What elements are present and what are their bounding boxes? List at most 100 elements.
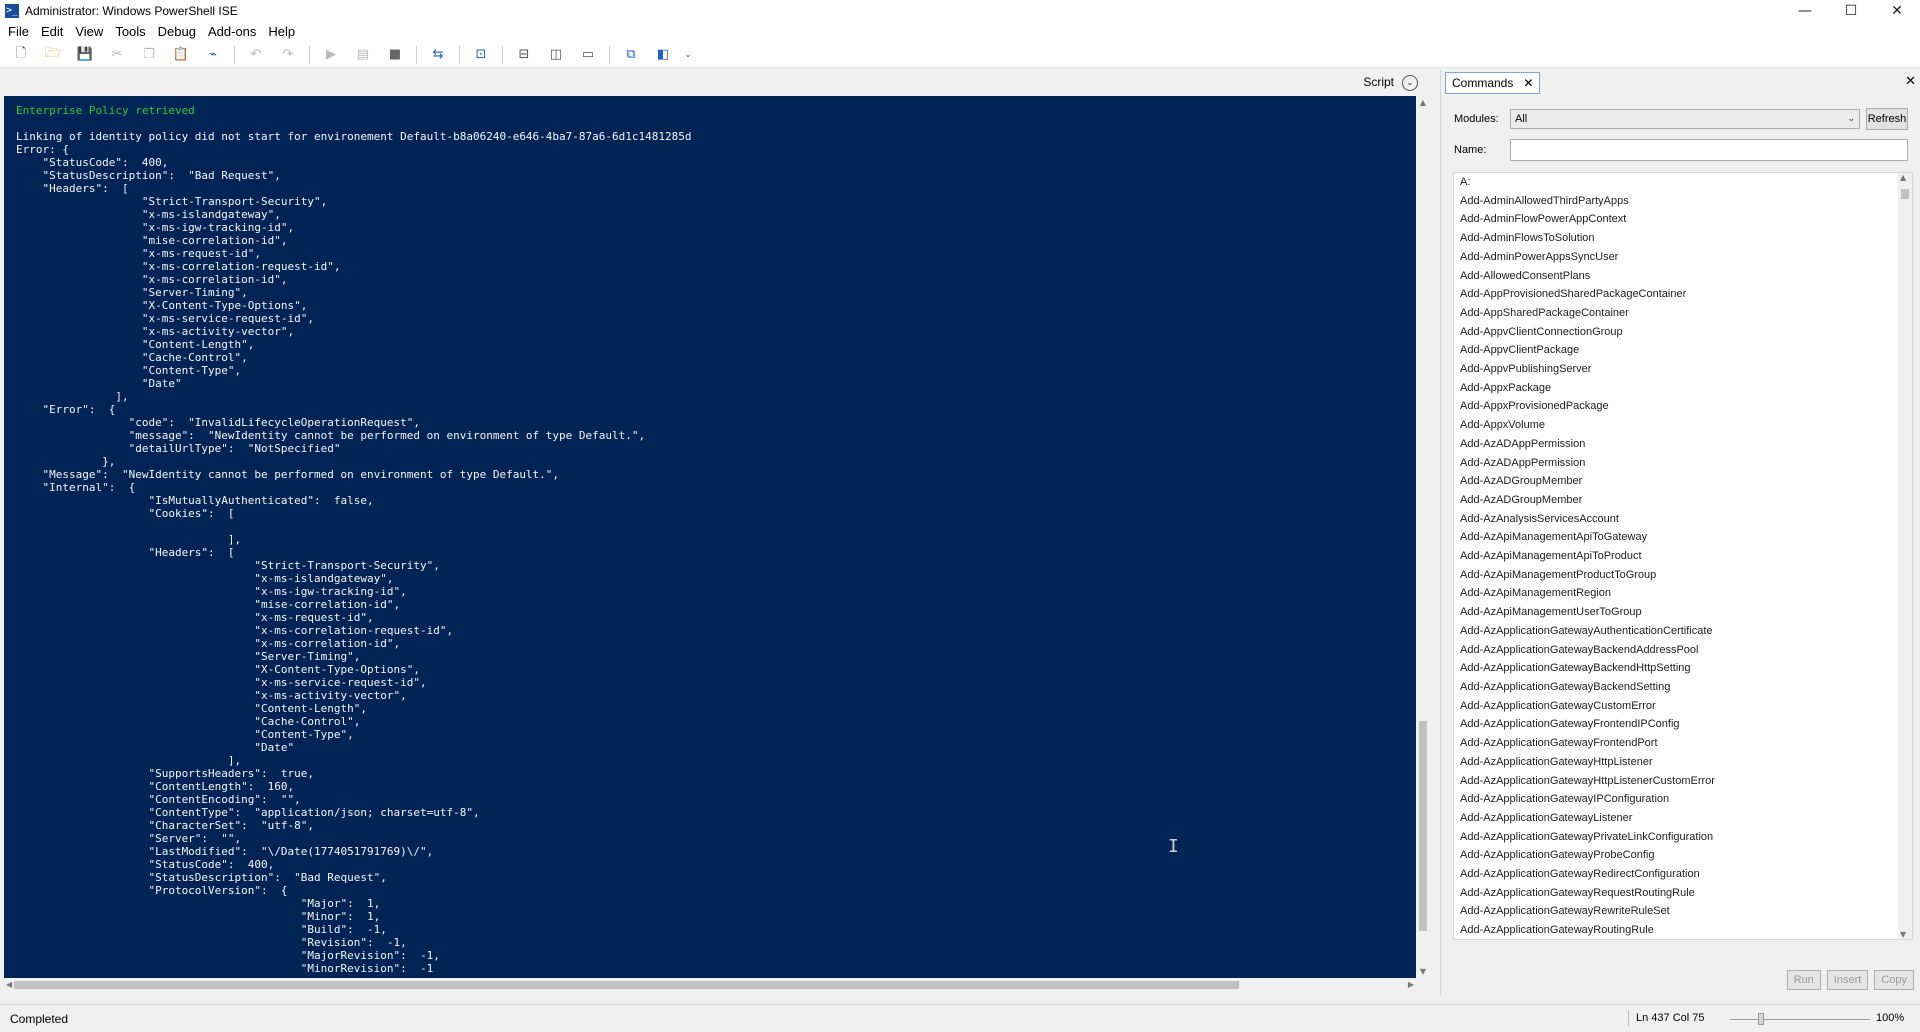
menu-edit[interactable]: Edit [35, 22, 69, 42]
command-list-item[interactable]: Add-AzADGroupMember [1454, 491, 1912, 510]
powershell-console-icon[interactable]: ⊡ [470, 44, 492, 66]
command-list-item[interactable]: Add-AzApplicationGatewayBackendSetting [1454, 678, 1912, 697]
scroll-up-icon[interactable]: ▲ [1418, 98, 1428, 107]
command-list-item[interactable]: Add-AppvClientPackage [1454, 341, 1912, 360]
open-folder-icon[interactable]: 🗁 [42, 44, 64, 66]
command-list-item[interactable]: Add-AppProvisionedSharedPackageContainer [1454, 285, 1912, 304]
toolbar-overflow-icon[interactable]: ⌄ [684, 44, 692, 66]
scroll-thumb[interactable] [14, 981, 1239, 989]
cut-icon[interactable]: ✂ [106, 44, 128, 66]
command-list-item[interactable]: Add-AzApplicationGatewayFrontendPort [1454, 734, 1912, 753]
command-list-item[interactable]: Add-AzApplicationGatewayProbeConfig [1454, 846, 1912, 865]
commands-list-scrollbar[interactable]: ▲ ▼ [1898, 173, 1912, 939]
command-list-item[interactable]: Add-AzApplicationGatewayHttpListenerCust… [1454, 772, 1912, 791]
layout-top-icon[interactable]: ⊟ [513, 44, 535, 66]
menu-help[interactable]: Help [262, 22, 301, 42]
menu-debug[interactable]: Debug [152, 22, 202, 42]
script-toggle-label[interactable]: Script [1363, 75, 1394, 89]
chevron-down-icon[interactable]: ⌄ [1402, 75, 1418, 91]
undo-icon[interactable]: ↶ [245, 44, 267, 66]
command-list-item[interactable]: Add-AppvClientConnectionGroup [1454, 323, 1912, 342]
command-list-item[interactable]: Add-AzApiManagementUserToGroup [1454, 603, 1912, 622]
save-icon[interactable]: 💾 [74, 44, 96, 66]
command-list-item[interactable]: Add-AzApiManagementProductToGroup [1454, 566, 1912, 585]
scroll-down-icon[interactable]: ▼ [1418, 967, 1428, 976]
insert-button[interactable]: Insert [1826, 970, 1869, 990]
command-list-item[interactable]: Add-AllowedConsentPlans [1454, 267, 1912, 286]
menu-file[interactable]: File [2, 22, 35, 42]
command-list-item[interactable]: Add-AdminFlowsToSolution [1454, 229, 1912, 248]
command-list-item[interactable]: Add-AzAnalysisServicesAccount [1454, 510, 1912, 529]
command-list-item[interactable]: Add-AzApiManagementRegion [1454, 584, 1912, 603]
name-filter-input[interactable] [1510, 139, 1908, 161]
command-list-item[interactable]: Add-AzApplicationGatewayRequestRoutingRu… [1454, 884, 1912, 903]
new-file-icon[interactable]: 🗋 [10, 44, 32, 66]
modules-selected-value: All [1515, 113, 1528, 125]
command-list-item[interactable]: A: [1454, 173, 1912, 192]
command-list-item[interactable]: Add-AzApplicationGatewayIPConfiguration [1454, 790, 1912, 809]
command-list-item[interactable]: Add-AppvPublishingServer [1454, 360, 1912, 379]
stop-icon[interactable]: ■ [384, 44, 406, 66]
zoom-slider-thumb[interactable] [1758, 1013, 1764, 1025]
paste-icon[interactable]: 📋 [170, 44, 192, 66]
copy-icon[interactable]: ❐ [138, 44, 160, 66]
minimize-button[interactable]: — [1782, 0, 1828, 22]
close-button[interactable]: ✕ [1874, 0, 1920, 22]
clear-console-icon[interactable]: ⌁ [202, 44, 224, 66]
command-list-item[interactable]: Add-AzApplicationGatewayRoutingRule [1454, 921, 1912, 939]
refresh-button[interactable]: Refresh [1866, 108, 1908, 130]
command-list-item[interactable]: Add-AzADAppPermission [1454, 435, 1912, 454]
show-command-addon-icon[interactable]: ◧ [652, 44, 674, 66]
run-button[interactable]: Run [1786, 970, 1821, 990]
copy-button[interactable]: Copy [1874, 970, 1914, 990]
scroll-thumb[interactable] [1419, 721, 1427, 931]
close-icon[interactable]: ✕ [1523, 76, 1533, 90]
layout-maximized-icon[interactable]: ▭ [577, 44, 599, 66]
command-list-item[interactable]: Add-AzApplicationGatewayPrivateLinkConfi… [1454, 828, 1912, 847]
command-list-item[interactable]: Add-AppSharedPackageContainer [1454, 304, 1912, 323]
command-list-item[interactable]: Add-AzApplicationGatewayRewriteRuleSet [1454, 902, 1912, 921]
command-list-item[interactable]: Add-AzApplicationGatewayRedirectConfigur… [1454, 865, 1912, 884]
command-list-item[interactable]: Add-AdminPowerAppsSyncUser [1454, 248, 1912, 267]
command-list-item[interactable]: Add-AzADGroupMember [1454, 472, 1912, 491]
command-list-item[interactable]: Add-AzApplicationGatewayAuthenticationCe… [1454, 622, 1912, 641]
command-list-item[interactable]: Add-AdminFlowPowerAppContext [1454, 210, 1912, 229]
menu-add-ons[interactable]: Add-ons [202, 22, 262, 42]
command-list-item[interactable]: Add-AzApiManagementApiToProduct [1454, 547, 1912, 566]
command-list-item[interactable]: Add-AzADAppPermission [1454, 454, 1912, 473]
commands-tab[interactable]: Commands ✕ [1445, 72, 1541, 94]
remote-powershell-icon[interactable]: ⇆ [427, 44, 449, 66]
layout-right-icon[interactable]: ◫ [545, 44, 567, 66]
console-line: "MajorRevision": -1, [16, 949, 440, 962]
menu-tools[interactable]: Tools [109, 22, 151, 42]
console-pane[interactable]: Enterprise Policy retrieved Linking of i… [4, 96, 1416, 978]
redo-icon[interactable]: ↷ [277, 44, 299, 66]
console-vertical-scrollbar[interactable]: ▲ ▼ [1416, 96, 1430, 978]
commands-list[interactable]: A: Add-AdminAllowedThirdPartyApps Add-Admi… [1453, 172, 1913, 940]
command-list-item[interactable]: Add-AppxPackage [1454, 379, 1912, 398]
command-list-item[interactable]: Add-AzApplicationGatewayFrontendIPConfig [1454, 715, 1912, 734]
command-list-item[interactable]: Add-AzApplicationGatewayBackendAddressPo… [1454, 641, 1912, 660]
scroll-right-icon[interactable]: ▶ [1408, 978, 1414, 992]
command-list-item[interactable]: Add-AppxVolume [1454, 416, 1912, 435]
command-list-item[interactable]: Add-AzApplicationGatewayCustomError [1454, 697, 1912, 716]
run-script-icon[interactable]: ▶ [320, 44, 342, 66]
modules-dropdown[interactable]: All ⌄ [1510, 109, 1860, 129]
close-panel-icon[interactable]: ✕ [1905, 74, 1916, 89]
command-list-item[interactable]: Add-AppxProvisionedPackage [1454, 397, 1912, 416]
scroll-up-icon[interactable]: ▲ [1900, 173, 1906, 182]
console-horizontal-scrollbar[interactable]: ◀ ▶ [4, 978, 1416, 992]
maximize-button[interactable]: ☐ [1828, 0, 1874, 22]
scroll-down-icon[interactable]: ▼ [1900, 930, 1906, 939]
command-list-item[interactable]: Add-AzApplicationGatewayListener [1454, 809, 1912, 828]
scroll-thumb[interactable] [1901, 189, 1909, 199]
zoom-slider[interactable] [1730, 1019, 1870, 1020]
scroll-left-icon[interactable]: ◀ [6, 978, 12, 992]
command-list-item[interactable]: Add-AzApiManagementApiToGateway [1454, 528, 1912, 547]
run-selection-icon[interactable]: ▤ [352, 44, 374, 66]
show-command-window-icon[interactable]: ⧉ [620, 44, 642, 66]
command-list-item[interactable]: Add-AzApplicationGatewayBackendHttpSetti… [1454, 659, 1912, 678]
command-list-item[interactable]: Add-AdminAllowedThirdPartyApps [1454, 192, 1912, 211]
command-list-item[interactable]: Add-AzApplicationGatewayHttpListener [1454, 753, 1912, 772]
menu-view[interactable]: View [69, 22, 109, 42]
